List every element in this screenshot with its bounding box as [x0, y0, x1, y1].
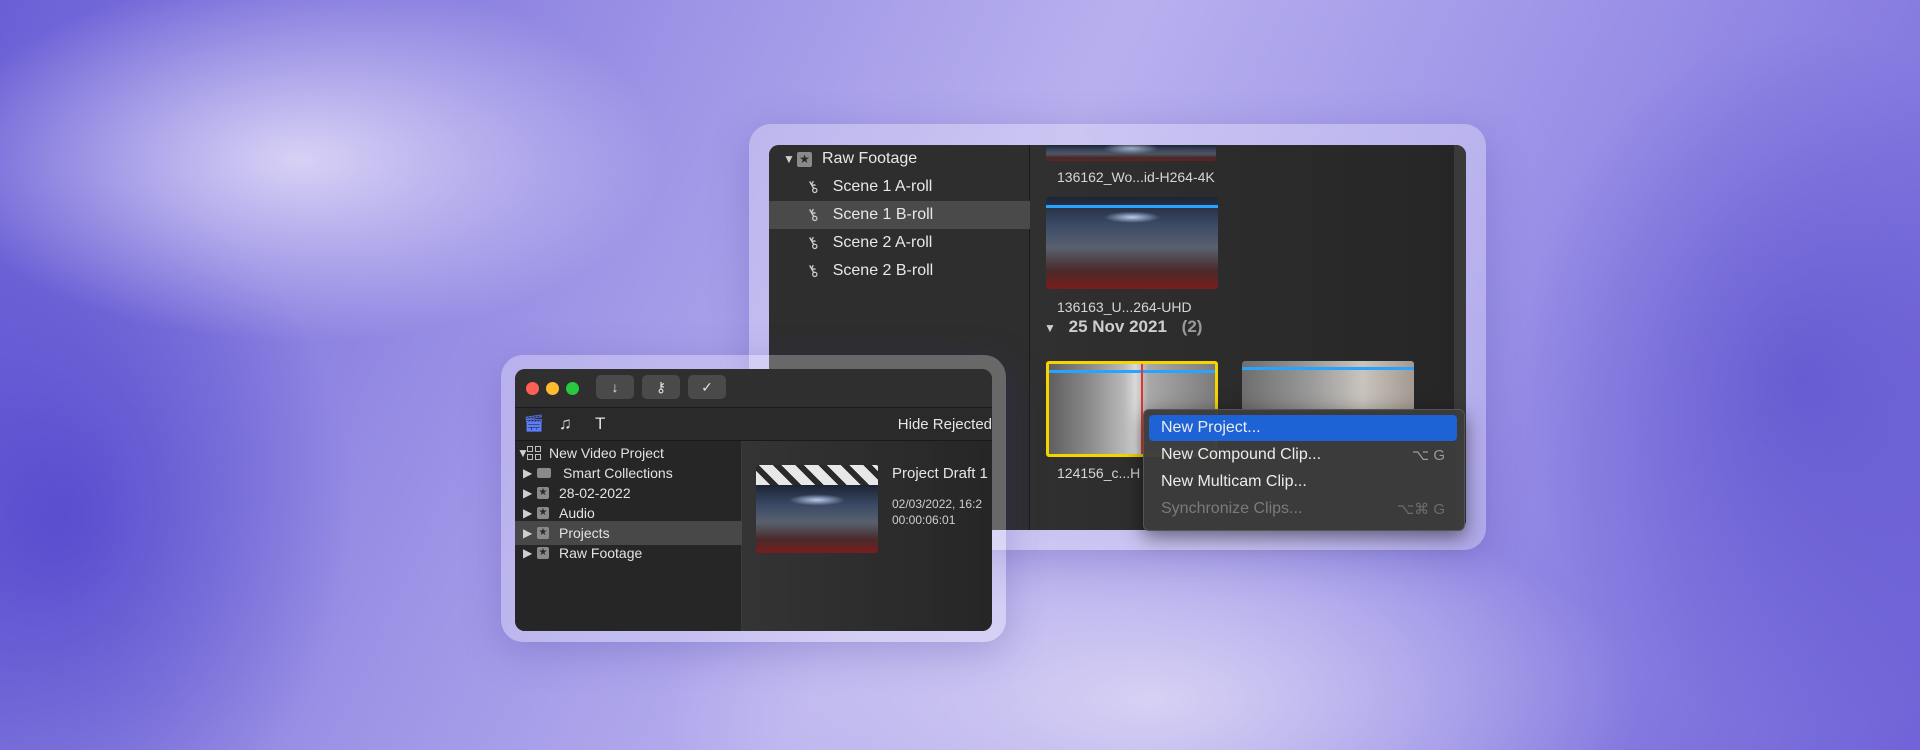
menu-item-new-compound-clip[interactable]: New Compound Clip... ⌥ G	[1149, 442, 1457, 468]
sidebar-item-label: Scene 1 A-roll	[832, 178, 933, 195]
disclosure-triangle-icon[interactable]: ▶	[523, 526, 537, 540]
disclosure-triangle-icon[interactable]: ▼	[517, 446, 529, 460]
menu-item-new-multicam-clip[interactable]: New Multicam Clip...	[1149, 469, 1457, 495]
clip-thumbnail[interactable]	[1242, 361, 1414, 411]
background-tasks-button[interactable]: ✓	[688, 375, 726, 399]
project-thumbnail[interactable]	[756, 485, 878, 553]
import-button[interactable]: ↓	[596, 375, 634, 399]
filter-popup[interactable]: Hide Rejected	[898, 416, 992, 433]
folder-icon	[537, 468, 551, 478]
clip-thumbnail[interactable]	[1046, 197, 1218, 289]
disclosure-triangle-icon[interactable]: ▶	[523, 466, 537, 480]
sidebar-item-label: Scene 1 B-roll	[832, 206, 934, 223]
disclosure-triangle-icon[interactable]: ▼	[783, 152, 797, 166]
title-bar: ↓ ⚷ ✓	[515, 369, 992, 408]
clip-thumbnail[interactable]	[1046, 145, 1216, 161]
library-label: New Video Project	[549, 445, 664, 461]
keyword-range-bar	[1242, 367, 1414, 370]
project-duration: 00:00:06:01	[892, 513, 956, 527]
close-button[interactable]	[526, 382, 539, 395]
menu-item-new-project[interactable]: New Project...	[1149, 415, 1457, 441]
clip-label: 136162_Wo...id-H264-4K	[1057, 169, 1215, 185]
sidebar-item-raw-footage[interactable]: ▼ ★ Raw Footage	[769, 145, 1043, 173]
sidebar-item-label: Raw Footage	[822, 150, 918, 167]
sidebar-item-label: Scene 2 B-roll	[832, 262, 934, 279]
event-star-icon: ★	[537, 507, 549, 519]
titles-generators-icon[interactable]: T	[595, 414, 605, 434]
sidebar-item-scene-1-b-roll[interactable]: ⚷ Scene 1 B-roll	[769, 201, 1067, 229]
keyword-icon: ⚷	[803, 261, 823, 282]
clip-label: 136163_U...264-UHD	[1057, 299, 1192, 315]
menu-item-synchronize-clips: Synchronize Clips... ⌥⌘ G	[1149, 496, 1457, 522]
sidebar-item-scene-1-a-roll[interactable]: ⚷ Scene 1 A-roll	[769, 173, 1067, 201]
keyword-icon: ⚷	[803, 233, 823, 254]
browser-toolbar: 🎬︎ ♫ T Hide Rejected	[515, 408, 992, 441]
date-group-label: 25 Nov 2021	[1068, 317, 1167, 336]
event-star-icon: ★	[797, 151, 812, 167]
libraries-sidebar: ▼ New Video Project ▶ Smart Collections …	[515, 441, 749, 631]
sidebar-item-label: 28-02-2022	[559, 485, 631, 501]
menu-item-shortcut: ⌥ G	[1411, 447, 1445, 464]
menu-item-label: New Multicam Clip...	[1161, 473, 1307, 490]
project-clapper-icon	[756, 465, 878, 485]
keyword-icon: ⚷	[803, 177, 823, 198]
date-group-count: (2)	[1181, 317, 1203, 336]
disclosure-triangle-icon[interactable]: ▶	[523, 546, 537, 560]
checkmark-icon: ✓	[701, 379, 713, 395]
context-menu: New Project... New Compound Clip... ⌥ G …	[1143, 409, 1465, 531]
library-window: ↓ ⚷ ✓ 🎬︎ ♫ T Hide Rejected ▼ New Video P…	[515, 369, 992, 631]
sidebar-item-label: Scene 2 A-roll	[832, 234, 933, 251]
event-star-icon: ★	[537, 547, 549, 559]
libraries-clapper-icon[interactable]: 🎬︎	[523, 414, 545, 434]
library-grid-icon	[527, 446, 541, 460]
menu-item-label: Synchronize Clips...	[1161, 500, 1303, 517]
keyword-button[interactable]: ⚷	[642, 375, 680, 399]
sidebar-item-label: Smart Collections	[563, 465, 673, 481]
disclosure-triangle-icon[interactable]: ▼	[1044, 321, 1056, 335]
menu-item-label: New Compound Clip...	[1161, 446, 1322, 463]
minimize-button[interactable]	[546, 382, 559, 395]
sidebar-item-scene-2-b-roll[interactable]: ⚷ Scene 2 B-roll	[769, 257, 1067, 285]
disclosure-triangle-icon[interactable]: ▶	[523, 506, 537, 520]
zoom-button[interactable]	[566, 382, 579, 395]
keyword-icon: ⚷	[803, 205, 823, 226]
menu-item-shortcut: ⌥⌘ G	[1396, 501, 1445, 518]
sidebar-item-label: Raw Footage	[559, 545, 643, 561]
disclosure-triangle-icon[interactable]: ▶	[523, 486, 537, 500]
event-star-icon: ★	[537, 527, 549, 539]
sidebar-item-scene-2-a-roll[interactable]: ⚷ Scene 2 A-roll	[769, 229, 1067, 257]
sidebar-item-label: Projects	[559, 525, 610, 541]
keyword-range-bar	[1049, 370, 1215, 373]
date-group-header[interactable]: ▼ 25 Nov 2021 (2)	[1044, 317, 1202, 337]
key-icon: ⚷	[655, 379, 667, 395]
project-date: 02/03/2022, 16:2	[892, 497, 983, 511]
sidebar-item-raw-footage[interactable]: ▶ ★ Raw Footage	[515, 541, 749, 565]
event-star-icon: ★	[537, 487, 549, 499]
keyword-range-bar	[1046, 205, 1218, 208]
sidebar-item-label: Audio	[559, 505, 595, 521]
clip-label: 124156_c...H	[1057, 465, 1141, 481]
menu-item-label: New Project...	[1161, 419, 1261, 436]
project-browser: Project Draft 1 02/03/2022, 16:2 00:00:0…	[742, 441, 992, 631]
photos-audio-icon[interactable]: ♫	[559, 414, 572, 434]
project-title[interactable]: Project Draft 1	[892, 465, 988, 482]
import-arrow-icon: ↓	[611, 379, 619, 395]
